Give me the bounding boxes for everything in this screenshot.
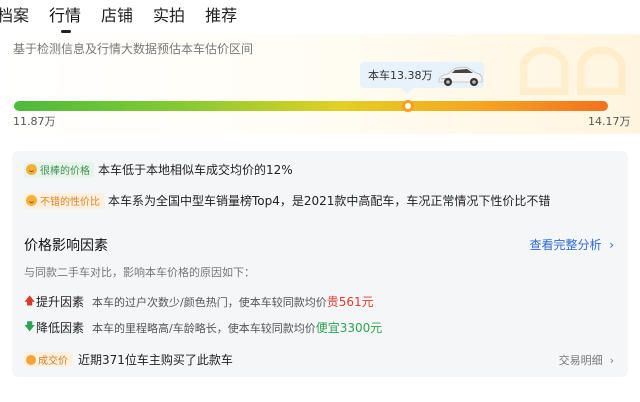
transactions-row: 成交价 近期371位车主购买了此款车 (24, 351, 233, 368)
range-min-label: 11.87万 (13, 115, 56, 128)
highlight-row: 很棒的价格 本车低于本地相似车成交均价的12% (24, 161, 293, 178)
deal-price-label: 成交价 (38, 356, 68, 367)
lower-factor-value: 便宜3300元 (315, 321, 383, 335)
tab-recommend[interactable]: 推荐 (205, 0, 237, 26)
highlight-row: 不错的性价比 本车系为全国中型车销量榜Top4，是2021款中高配车，车况正常情… (24, 192, 550, 209)
valuation-section: 基于检测信息及行情大数据预估本车估价区间 ᗝᗝ 本车13.38万 11.87万 … (0, 34, 640, 134)
tab-profile[interactable]: 档案 (0, 0, 29, 26)
good-value-text: 本车系为全国中型车销量榜Top4，是2021款中高配车，车况正常情况下性价比不错 (108, 194, 551, 208)
lower-factor-row: 🡇 降低因素 本车的里程略高/车龄略长，使本车较同款均价 便宜3300元 (24, 318, 382, 337)
view-full-analysis-link[interactable]: 查看完整分析 › (530, 236, 614, 253)
factors-title: 价格影响因素 (24, 238, 108, 254)
great-price-text: 本车低于本地相似车成交均价的12% (98, 163, 293, 177)
good-value-badge: 不错的性价比 (24, 192, 104, 209)
valuation-description: 基于检测信息及行情大数据预估本车估价区间 (13, 42, 254, 56)
deal-price-badge: 成交价 (24, 352, 72, 367)
coin-icon (26, 354, 36, 365)
chevron-right-icon: › (605, 238, 614, 252)
arrow-up-icon: 🡅 (24, 294, 36, 307)
tab-store[interactable]: 店铺 (101, 0, 133, 26)
price-marker (402, 100, 414, 112)
transactions-text: 近期371位车主购买了此款车 (78, 353, 233, 367)
factors-intro: 与同款二手车对比，影响本车价格的原因如下： (24, 266, 255, 279)
price-range-bar (14, 101, 608, 111)
good-value-label: 不错的性价比 (40, 197, 100, 208)
smile-icon (26, 195, 37, 206)
raise-factor-text: 本车的过户次数少/颜色热门，使本车较同款均价 (92, 295, 327, 309)
great-price-label: 很棒的价格 (40, 166, 90, 177)
car-price-label: 本车13.38万 (368, 69, 433, 82)
transaction-details-link[interactable]: 交易明细 › (559, 352, 614, 368)
tab-photos[interactable]: 实拍 (153, 0, 185, 26)
transaction-details-label: 交易明细 (558, 354, 603, 367)
analysis-card: 很棒的价格 本车低于本地相似车成交均价的12% 不错的性价比 本车系为全国中型车… (12, 151, 628, 377)
raise-factor-value: 贵561元 (326, 295, 374, 309)
tab-market[interactable]: 行情 (49, 0, 81, 33)
smile-icon (26, 164, 37, 175)
tab-bar: 档案 行情 店铺 实拍 推荐 (0, 0, 640, 34)
lower-factor-label: 降低因素 (36, 321, 85, 335)
range-max-label: 14.17万 (588, 115, 631, 128)
lower-factor-text: 本车的里程略高/车龄略长，使本车较同款均价 (92, 321, 316, 335)
raise-factor-label: 提升因素 (36, 295, 85, 309)
great-price-badge: 很棒的价格 (24, 161, 94, 178)
car-icon (438, 66, 483, 86)
raise-factor-row: 🡅 提升因素 本车的过户次数少/颜色热门，使本车较同款均价 贵561元 (24, 292, 374, 311)
chevron-right-icon: › (606, 354, 614, 367)
decorative-watermark: ᗝᗝ (517, 36, 632, 110)
view-full-analysis-label: 查看完整分析 (529, 238, 602, 252)
arrow-down-icon: 🡇 (24, 320, 36, 333)
